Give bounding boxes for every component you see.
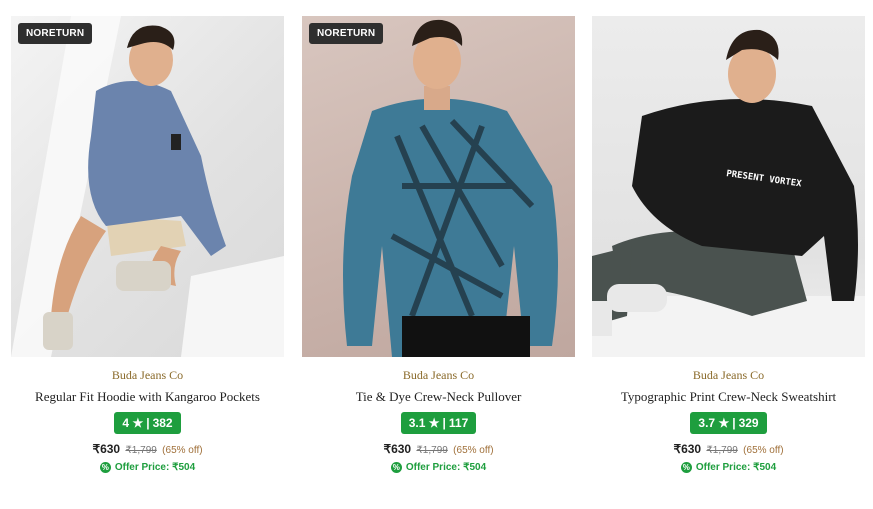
price-row: ₹630 ₹1,799 (65% off) [302, 442, 575, 456]
product-photo [11, 16, 284, 357]
review-count: 382 [152, 416, 173, 430]
sale-price: ₹630 [92, 442, 121, 456]
product-info: Buda Jeans Co Tie & Dye Crew-Neck Pullov… [302, 368, 575, 475]
noreturn-badge: NORETURN [18, 23, 93, 44]
mrp-price: ₹1,799 [416, 445, 448, 456]
offer-tag-icon: % [680, 462, 692, 473]
offer-price-text: Offer Price: ₹504 [695, 462, 777, 473]
star-icon: ★ [132, 416, 144, 430]
sale-price: ₹630 [383, 442, 412, 456]
product-photo [343, 19, 558, 357]
brand-name[interactable]: Buda Jeans Co [592, 368, 865, 383]
offer-price: % Offer Price: ₹504 [680, 462, 777, 473]
discount-label: (65% off) [743, 445, 784, 456]
offer-price-text: Offer Price: ₹504 [114, 462, 196, 473]
brand-name[interactable]: Buda Jeans Co [11, 368, 284, 383]
offer-price-text: Offer Price: ₹504 [405, 462, 487, 473]
product-card[interactable]: PRESENT VORTEX Buda Jeans Co Typographic… [592, 16, 865, 475]
rating-value: 3.1 [408, 416, 426, 430]
discount-label: (65% off) [162, 445, 203, 456]
offer-price: % Offer Price: ₹504 [99, 462, 196, 473]
rating-value: 3.7 [698, 416, 716, 430]
product-image[interactable]: NORETURN [302, 16, 575, 357]
review-count: 329 [738, 416, 759, 430]
star-icon: ★ [428, 416, 440, 430]
offer-price: % Offer Price: ₹504 [390, 462, 487, 473]
mrp-price: ₹1,799 [706, 445, 738, 456]
rating-badge: 3.1 ★ | 117 [400, 412, 477, 434]
offer-tag-icon: % [390, 462, 402, 473]
sale-price: ₹630 [673, 442, 702, 456]
product-title[interactable]: Typographic Print Crew-Neck Sweatshirt [592, 389, 865, 405]
price-row: ₹630 ₹1,799 (65% off) [11, 442, 284, 456]
star-icon: ★ [718, 416, 730, 430]
product-image[interactable]: NORETURN [11, 16, 284, 357]
price-row: ₹630 ₹1,799 (65% off) [592, 442, 865, 456]
product-card[interactable]: NORETURN Buda Jeans Co Regular Fit Hoodi… [11, 16, 284, 475]
product-photo: PRESENT VORTEX [592, 29, 865, 357]
product-image[interactable]: PRESENT VORTEX [592, 16, 865, 357]
product-card[interactable]: NORETURN Buda Jeans Co Tie & Dye Crew-Ne… [302, 16, 575, 475]
mrp-price: ₹1,799 [125, 445, 157, 456]
product-info: Buda Jeans Co Typographic Print Crew-Nec… [592, 368, 865, 475]
offer-tag-icon: % [99, 462, 111, 473]
noreturn-badge: NORETURN [309, 23, 384, 44]
rating-value: 4 [122, 416, 130, 430]
product-title[interactable]: Regular Fit Hoodie with Kangaroo Pockets [11, 389, 284, 405]
brand-name[interactable]: Buda Jeans Co [302, 368, 575, 383]
rating-badge: 4 ★ | 382 [114, 412, 181, 434]
rating-badge: 3.7 ★ | 329 [690, 412, 767, 434]
product-info: Buda Jeans Co Regular Fit Hoodie with Ka… [11, 368, 284, 475]
product-title[interactable]: Tie & Dye Crew-Neck Pullover [302, 389, 575, 405]
review-count: 117 [448, 416, 469, 430]
discount-label: (65% off) [453, 445, 494, 456]
